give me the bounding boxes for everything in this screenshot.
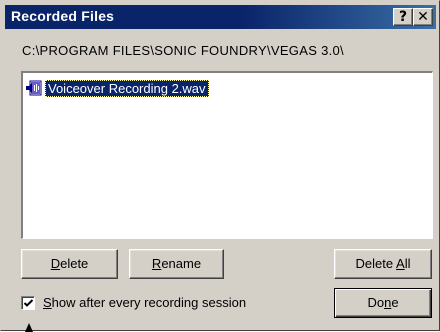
- delete-accelerator: D: [50, 256, 61, 271]
- close-icon: ✕: [417, 9, 429, 25]
- delete-all-label-post: ll: [404, 256, 411, 271]
- delete-all-accelerator: A: [396, 256, 405, 271]
- rename-label: ename: [161, 256, 202, 271]
- rename-accelerator: R: [151, 256, 162, 271]
- close-button[interactable]: ✕: [413, 8, 433, 26]
- show-after-session-option[interactable]: Show after every recording session: [21, 295, 246, 310]
- title-bar[interactable]: Recorded Files ? ✕: [5, 5, 436, 29]
- list-item[interactable]: Voiceover Recording 2.wav: [25, 79, 209, 97]
- rename-button[interactable]: Rename: [129, 249, 224, 279]
- delete-label: elete: [60, 256, 89, 271]
- done-button[interactable]: Done: [334, 288, 432, 318]
- audio-file-icon: [25, 79, 45, 97]
- checkmark-icon: [23, 298, 34, 307]
- done-label-pre: Do: [367, 295, 385, 310]
- checkbox-accelerator: S: [43, 295, 52, 310]
- file-name-label: Voiceover Recording 2.wav: [45, 79, 209, 97]
- checkbox-label: Show after every recording session: [43, 295, 246, 310]
- checkbox-label-text: how after every recording session: [51, 295, 247, 310]
- recorded-files-list[interactable]: Voiceover Recording 2.wav: [21, 71, 433, 239]
- window-title: Recorded Files: [11, 8, 115, 24]
- help-button[interactable]: ?: [393, 8, 413, 26]
- delete-all-button[interactable]: Delete All: [334, 249, 432, 279]
- delete-all-label-pre: Delete: [355, 256, 397, 271]
- recorded-files-dialog: Recorded Files ? ✕ C:\PROGRAM FILES\SONI…: [0, 0, 440, 332]
- folder-path-label: C:\PROGRAM FILES\SONIC FOUNDRY\VEGAS 3.0…: [22, 43, 344, 58]
- show-after-session-checkbox[interactable]: [21, 295, 35, 310]
- help-icon: ?: [398, 9, 408, 25]
- done-label-post: e: [391, 295, 399, 310]
- delete-button[interactable]: Delete: [21, 249, 118, 279]
